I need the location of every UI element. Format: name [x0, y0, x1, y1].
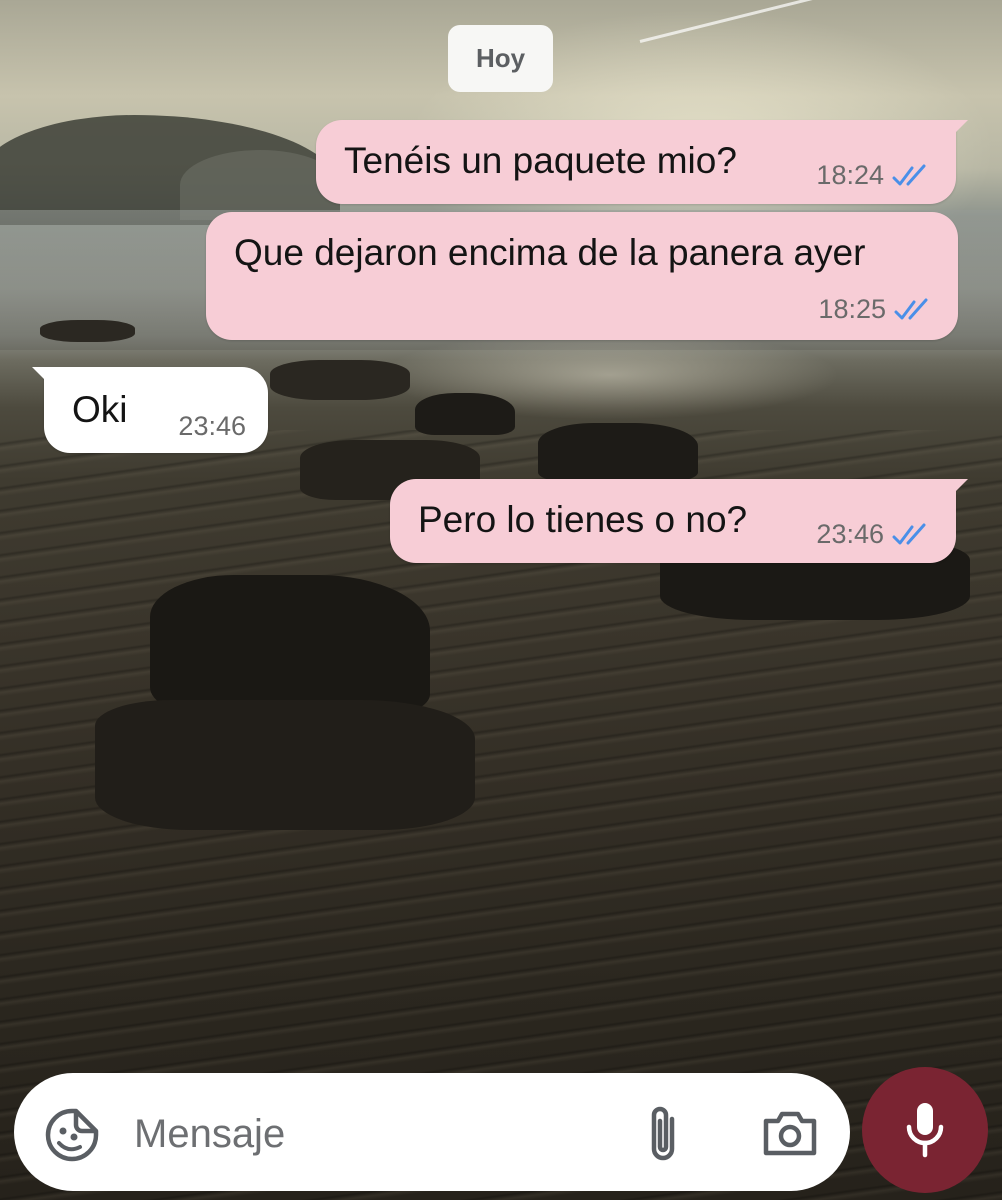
message-time: 23:46	[178, 411, 246, 441]
double-check-read-icon	[892, 164, 926, 185]
microphone-button[interactable]	[862, 1067, 988, 1193]
message-meta: 23:46	[816, 519, 934, 550]
microphone-icon	[906, 1103, 944, 1158]
message-text: Pero lo tienes o no?	[418, 499, 748, 540]
date-separator: Hoy	[448, 25, 553, 92]
bubble-tail	[32, 367, 50, 385]
wallpaper-rock	[150, 575, 430, 715]
wallpaper-rock	[270, 360, 410, 400]
double-check-read-icon	[894, 298, 928, 319]
message-time: 23:46	[816, 519, 884, 549]
wallpaper-rock	[415, 393, 515, 435]
wallpaper-rock	[95, 700, 475, 830]
bubble-tail	[950, 120, 968, 138]
message-text: Tenéis un paquete mio?	[344, 140, 737, 181]
message-text: Oki	[72, 389, 128, 430]
sticker-smiley-icon[interactable]	[44, 1107, 100, 1163]
paperclip-icon[interactable]	[642, 1103, 686, 1165]
message-bubble-incoming[interactable]: Oki 23:46	[32, 367, 268, 453]
message-composer	[14, 1073, 850, 1191]
message-meta: 18:24	[816, 160, 934, 191]
message-meta: 23:46	[178, 411, 246, 442]
camera-icon[interactable]	[762, 1109, 818, 1157]
message-time: 18:25	[818, 294, 886, 324]
message-bubble-outgoing[interactable]: Que dejaron encima de la panera ayer 18:…	[206, 212, 958, 340]
wallpaper-rock	[538, 423, 698, 481]
message-bubble-outgoing[interactable]: Pero lo tienes o no? 23:46	[390, 479, 968, 563]
message-text: Que dejaron encima de la panera ayer	[234, 232, 866, 273]
message-meta: 18:25	[818, 294, 936, 325]
bubble-tail	[950, 479, 968, 497]
chat-screen: Hoy Tenéis un paquete mio? 18:24 Que dej…	[0, 0, 1002, 1200]
message-input[interactable]	[132, 1103, 596, 1165]
message-bubble-outgoing[interactable]: Tenéis un paquete mio? 18:24	[316, 120, 968, 204]
wallpaper-rock	[40, 320, 135, 342]
double-check-read-icon	[892, 523, 926, 544]
message-time: 18:24	[816, 160, 884, 190]
